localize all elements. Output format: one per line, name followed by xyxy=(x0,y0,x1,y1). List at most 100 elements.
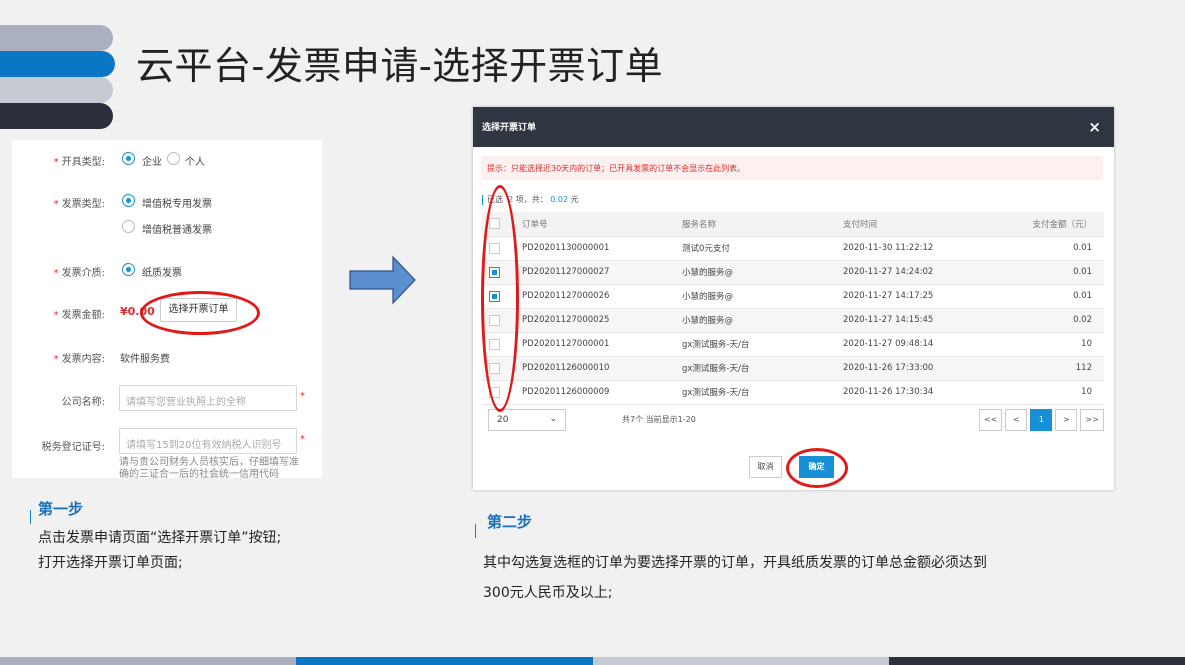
tax-id-label: 税务登记证号: xyxy=(41,442,105,453)
chevron-down-icon: ⌄ xyxy=(549,414,557,424)
required-mark: * xyxy=(53,157,59,168)
footer-bar xyxy=(0,657,1185,665)
cell-service: 小慧的服务@ xyxy=(682,284,843,309)
row-checkbox[interactable] xyxy=(489,314,500,326)
step1-title: 第一步 xyxy=(38,500,84,518)
invoice-form-panel: * 开具类型: 企业 个人 * 发票类型: 增值税专用发票 增值税普通发票 * 发票介… xyxy=(12,140,322,478)
company-label: 公司名称: xyxy=(61,397,105,408)
radio-normal-vat[interactable] xyxy=(122,220,135,233)
page-title: 云平台-发票申请-选择开票订单 xyxy=(136,44,664,88)
content-label: 发票内容: xyxy=(61,354,105,365)
table-row[interactable]: PD20201127000025 小慧的服务@ 2020-11-27 14:15:4… xyxy=(482,308,1104,333)
table-row[interactable]: PD20201126000009 gx测试服务-天/台 2020-11-26 17:… xyxy=(482,380,1104,405)
col-service: 服务名称 xyxy=(682,212,843,237)
cell-time: 2020-11-26 17:30:34 xyxy=(843,380,1031,405)
step1-line: 点击发票申请页面“选择开票订单”按钮; xyxy=(38,530,282,546)
company-name-input[interactable]: 请填写您营业执照上的全称 xyxy=(119,385,297,411)
step2-line: 300元人民币及以上; xyxy=(483,585,613,601)
content-value: 软件服务费 xyxy=(120,354,170,365)
cell-service: 小慧的服务@ xyxy=(682,308,843,333)
cell-time: 2020-11-27 14:17:25 xyxy=(843,284,1031,309)
row-checkbox[interactable] xyxy=(489,266,500,278)
invoice-kind-label: 发票类型: xyxy=(61,199,105,210)
radio-normal-vat-label: 增值税普通发票 xyxy=(142,225,212,236)
cell-service: 小慧的服务@ xyxy=(682,260,843,285)
radio-personal[interactable] xyxy=(167,152,180,165)
cell-order-id: PD20201127000001 xyxy=(522,332,682,357)
radio-enterprise[interactable] xyxy=(122,152,135,165)
radio-paper-label: 纸质发票 xyxy=(142,268,182,279)
step1-marker xyxy=(30,510,31,524)
table-row[interactable]: PD20201127000001 gx测试服务-天/台 2020-11-27 09:… xyxy=(482,332,1104,357)
radio-enterprise-label: 企业 xyxy=(142,157,162,168)
page-first-button[interactable]: << xyxy=(979,409,1003,431)
selection-summary: 已选 2 项，共： 0.02 元 xyxy=(482,194,579,205)
cell-amount: 0.01 xyxy=(1031,260,1104,285)
cell-order-id: PD20201126000010 xyxy=(522,356,682,381)
footer-segment xyxy=(296,657,593,665)
cell-amount: 0.01 xyxy=(1031,284,1104,309)
cell-order-id: PD20201127000026 xyxy=(522,284,682,309)
page-next-button[interactable]: > xyxy=(1055,409,1078,431)
table-row[interactable]: PD20201130000001 测试0元支付 2020-11-30 11:22:1… xyxy=(482,236,1104,261)
medium-row: * 发票介质: 纸质发票 xyxy=(12,261,322,279)
row-checkbox[interactable] xyxy=(489,362,500,374)
cell-time: 2020-11-27 09:48:14 xyxy=(843,332,1031,357)
radio-personal-label: 个人 xyxy=(185,157,205,168)
col-order-id: 订单号 xyxy=(522,212,682,237)
cell-amount: 10 xyxy=(1031,332,1104,357)
required-mark: * xyxy=(53,310,59,321)
table-row[interactable]: PD20201127000026 小慧的服务@ 2020-11-27 14:17:2… xyxy=(482,284,1104,309)
confirm-button[interactable]: 确定 xyxy=(799,456,834,478)
step2-marker xyxy=(475,524,476,538)
cell-amount: 0.02 xyxy=(1031,308,1104,333)
cell-order-id: PD20201127000025 xyxy=(522,308,682,333)
cell-order-id: PD20201130000001 xyxy=(522,236,682,261)
radio-paper[interactable] xyxy=(122,263,135,276)
page-last-button[interactable]: >> xyxy=(1080,409,1104,431)
cell-service: gx测试服务-天/台 xyxy=(682,380,843,405)
row-checkbox[interactable] xyxy=(489,242,500,254)
close-icon[interactable]: × xyxy=(1088,118,1101,136)
page-1-button[interactable]: 1 xyxy=(1030,409,1053,431)
footer-segment xyxy=(888,657,1185,665)
header-bar-2 xyxy=(0,51,115,77)
footer-segment xyxy=(592,657,889,665)
amount-label: 发票金额: xyxy=(61,310,105,321)
right-arrow-icon xyxy=(349,255,416,305)
content-row: * 发票内容: 软件服务费 xyxy=(12,347,322,365)
table-row[interactable]: PD20201126000010 gx测试服务-天/台 2020-11-26 17:… xyxy=(482,356,1104,381)
cell-amount: 10 xyxy=(1031,380,1104,405)
cell-order-id: PD20201126000009 xyxy=(522,380,682,405)
row-checkbox[interactable] xyxy=(489,338,500,350)
required-mark: * xyxy=(53,268,59,279)
select-all-checkbox[interactable] xyxy=(489,218,500,230)
invoice-type-label: 开具类型: xyxy=(61,157,105,168)
summary-prefix: 已选 xyxy=(487,195,503,204)
header-bar-3 xyxy=(0,77,113,103)
row-checkbox[interactable] xyxy=(489,386,500,398)
page-prev-button[interactable]: < xyxy=(1005,409,1028,431)
invoice-kind-row-2: 增值税普通发票 xyxy=(12,218,322,236)
radio-special-vat[interactable] xyxy=(122,194,135,207)
select-order-dialog: 选择开票订单 × 提示：只能选择近30天内的订单；已开具发票的订单不会显示在此列… xyxy=(473,107,1114,490)
cell-amount: 0.01 xyxy=(1031,236,1104,261)
cell-time: 2020-11-26 17:33:00 xyxy=(843,356,1031,381)
select-order-button[interactable]: 选择开票订单 xyxy=(160,298,237,322)
table-row[interactable]: PD20201127000027 小慧的服务@ 2020-11-27 14:24:0… xyxy=(482,260,1104,285)
cell-time: 2020-11-27 14:15:45 xyxy=(843,308,1031,333)
table-header-row: 订单号 服务名称 支付时间 支付金额（元） xyxy=(482,212,1104,237)
footer-segment xyxy=(0,657,297,665)
cell-service: gx测试服务-天/台 xyxy=(682,356,843,381)
required-mark: * xyxy=(53,199,59,210)
amount-row: * 发票金额: ¥0.00 选择开票订单 xyxy=(12,298,322,322)
tax-id-hint: 请与贵公司财务人员核实后，仔细填写准确的三证合一后的社会统一信用代码 xyxy=(119,457,299,478)
cell-time: 2020-11-30 11:22:12 xyxy=(843,236,1031,261)
row-checkbox[interactable] xyxy=(489,290,500,302)
tax-id-input[interactable]: 请填写15到20位有效纳税人识别号 xyxy=(119,428,297,454)
cell-service: gx测试服务-天/台 xyxy=(682,332,843,357)
summary-count: 2 xyxy=(508,195,514,204)
cancel-button[interactable]: 取消 xyxy=(749,456,782,478)
step2-title: 第二步 xyxy=(487,513,533,531)
page-size-select[interactable]: 20 ⌄ xyxy=(488,409,566,431)
